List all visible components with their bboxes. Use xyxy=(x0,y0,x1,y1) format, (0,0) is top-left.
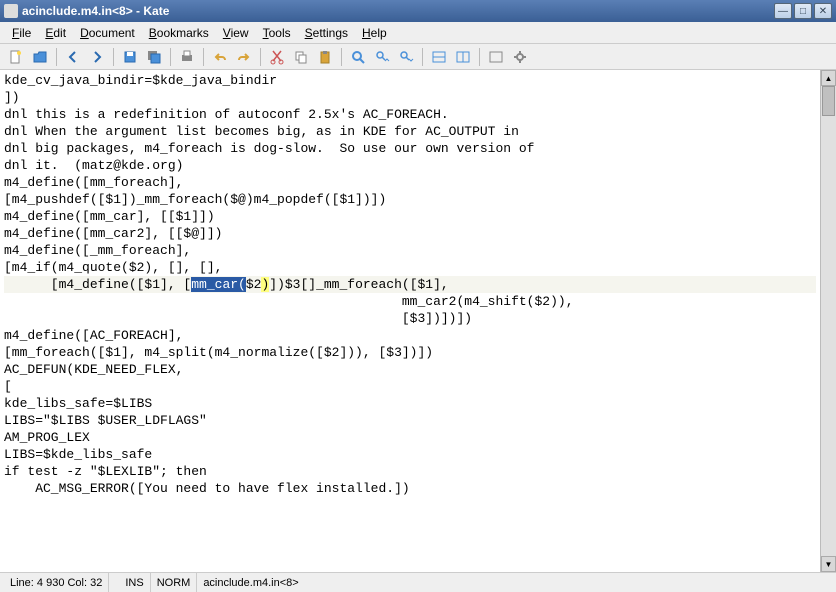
menu-document[interactable]: Document xyxy=(74,24,141,42)
configure-icon[interactable] xyxy=(510,47,530,67)
status-norm-mode[interactable]: NORM xyxy=(151,573,198,592)
toolbar xyxy=(0,44,836,70)
save-icon[interactable] xyxy=(120,47,140,67)
minimize-button[interactable]: — xyxy=(774,3,792,19)
maximize-button[interactable]: □ xyxy=(794,3,812,19)
save-all-icon[interactable] xyxy=(144,47,164,67)
window-title: acinclude.m4.in<8> - Kate xyxy=(22,4,774,18)
find-next-icon[interactable] xyxy=(372,47,392,67)
print-icon[interactable] xyxy=(177,47,197,67)
cut-icon[interactable] xyxy=(267,47,287,67)
status-insert-mode[interactable]: INS xyxy=(119,573,150,592)
status-filename: acinclude.m4.in<8> xyxy=(197,573,832,592)
titlebar: acinclude.m4.in<8> - Kate — □ ✕ xyxy=(0,0,836,22)
menu-bookmarks[interactable]: Bookmarks xyxy=(143,24,215,42)
statusbar: Line: 4 930 Col: 32 INS NORM acinclude.m… xyxy=(0,572,836,592)
menu-help[interactable]: Help xyxy=(356,24,393,42)
scroll-down-button[interactable]: ▼ xyxy=(821,556,836,572)
menu-view[interactable]: View xyxy=(217,24,255,42)
scroll-thumb[interactable] xyxy=(822,86,835,116)
status-position: Line: 4 930 Col: 32 xyxy=(4,573,109,592)
scroll-track[interactable] xyxy=(821,86,836,556)
undo-icon[interactable] xyxy=(210,47,230,67)
menubar: File Edit Document Bookmarks View Tools … xyxy=(0,22,836,44)
new-file-icon[interactable] xyxy=(6,47,26,67)
scroll-up-button[interactable]: ▲ xyxy=(821,70,836,86)
split-horizontal-icon[interactable] xyxy=(429,47,449,67)
close-view-icon[interactable] xyxy=(486,47,506,67)
menu-tools[interactable]: Tools xyxy=(257,24,297,42)
app-icon xyxy=(4,4,18,18)
paste-icon[interactable] xyxy=(315,47,335,67)
menu-edit[interactable]: Edit xyxy=(39,24,72,42)
back-icon[interactable] xyxy=(63,47,83,67)
forward-icon[interactable] xyxy=(87,47,107,67)
menu-settings[interactable]: Settings xyxy=(299,24,354,42)
code-editor[interactable]: kde_cv_java_bindir=$kde_java_bindir])dnl… xyxy=(0,70,820,572)
menu-file[interactable]: File xyxy=(6,24,37,42)
close-button[interactable]: ✕ xyxy=(814,3,832,19)
find-icon[interactable] xyxy=(348,47,368,67)
copy-icon[interactable] xyxy=(291,47,311,67)
find-prev-icon[interactable] xyxy=(396,47,416,67)
split-vertical-icon[interactable] xyxy=(453,47,473,67)
open-icon[interactable] xyxy=(30,47,50,67)
vertical-scrollbar[interactable]: ▲ ▼ xyxy=(820,70,836,572)
redo-icon[interactable] xyxy=(234,47,254,67)
